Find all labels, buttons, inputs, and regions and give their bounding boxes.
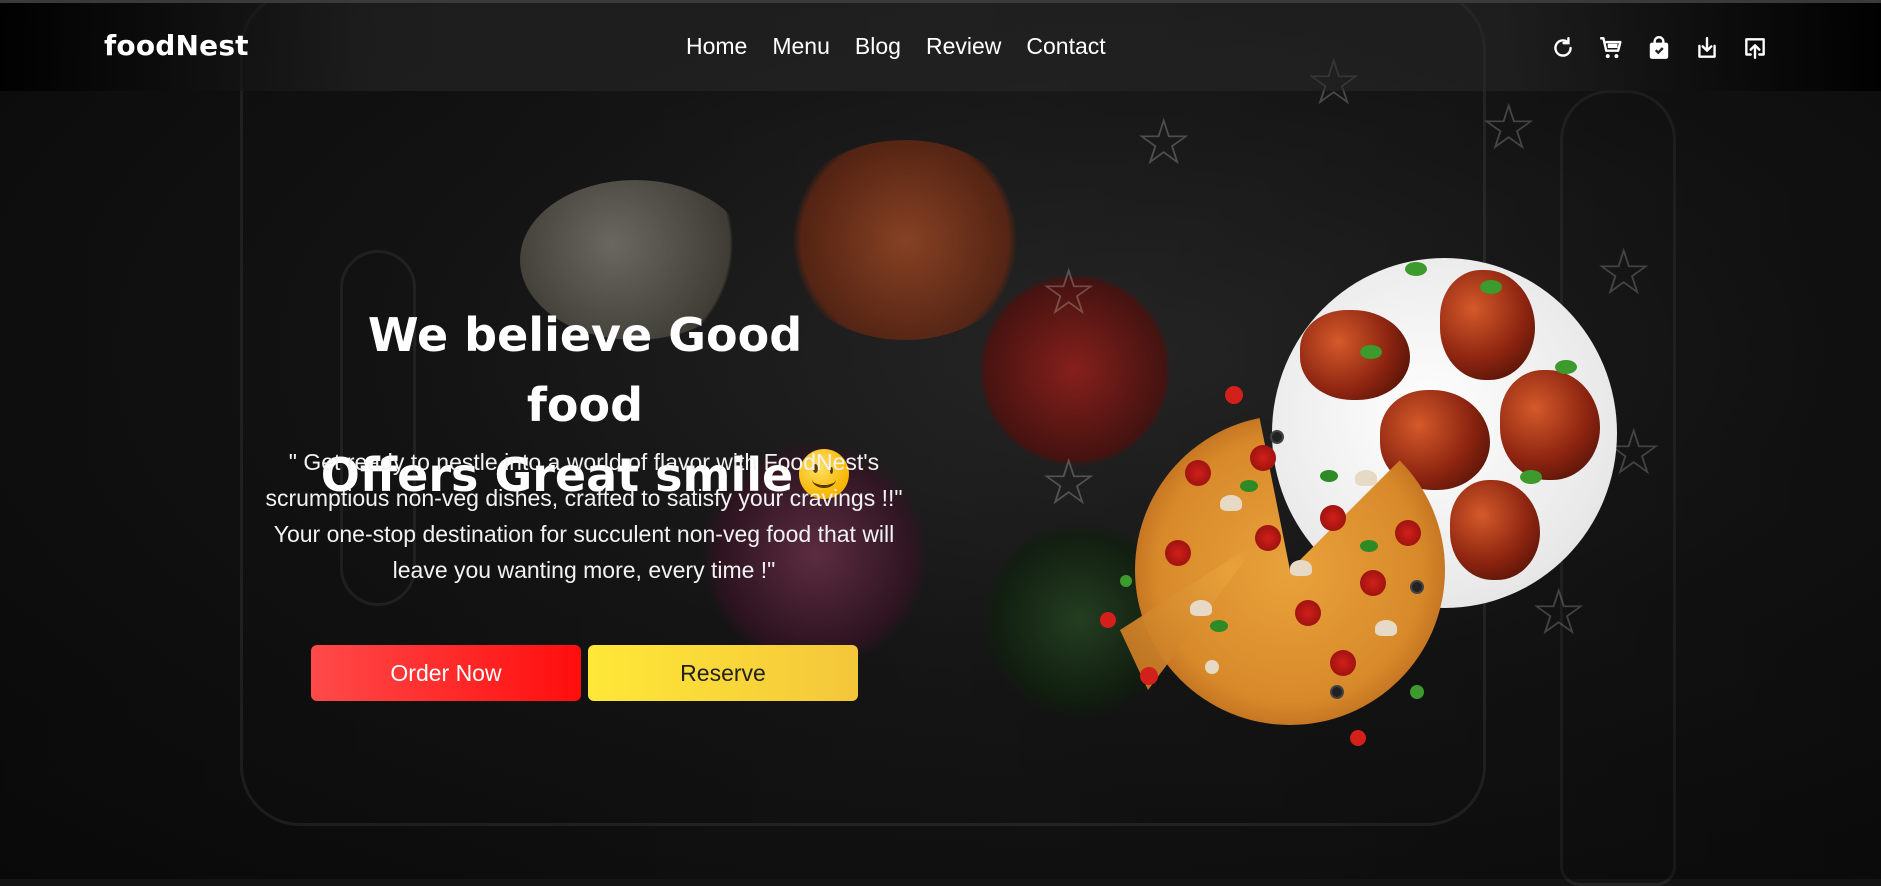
- mushroom-crumb: [1205, 660, 1219, 674]
- herb-crumb: [1410, 685, 1424, 699]
- nav-link-home[interactable]: Home: [686, 33, 747, 60]
- nav-link-menu[interactable]: Menu: [772, 33, 830, 60]
- mushroom-topping: [1290, 560, 1312, 576]
- reserve-button[interactable]: Reserve: [588, 645, 858, 701]
- mushroom-topping: [1355, 470, 1377, 486]
- mushroom-topping: [1190, 600, 1212, 616]
- navbar: foodNest Home Menu Blog Review Contact: [0, 0, 1881, 91]
- pepperoni: [1295, 600, 1321, 626]
- upload-icon[interactable]: [1742, 35, 1768, 61]
- basil-leaf: [1360, 540, 1378, 552]
- chicken-piece: [1300, 310, 1410, 400]
- cilantro-leaf: [1555, 360, 1577, 374]
- chicken-piece: [1450, 480, 1540, 580]
- herb-crumb: [1120, 575, 1132, 587]
- logo[interactable]: foodNest: [104, 29, 249, 62]
- pepperoni: [1165, 540, 1191, 566]
- pepperoni: [1330, 650, 1356, 676]
- cilantro-leaf: [1520, 470, 1542, 484]
- tomato-crumb: [1100, 612, 1116, 628]
- cilantro-leaf: [1360, 345, 1382, 359]
- basil-leaf: [1320, 470, 1338, 482]
- mushroom-topping: [1375, 620, 1397, 636]
- tomato-crumb: [1350, 730, 1366, 746]
- pepperoni: [1255, 525, 1281, 551]
- hero-subtitle: " Get ready to nestle into a world of fl…: [265, 449, 903, 583]
- pepperoni: [1395, 520, 1421, 546]
- basil-leaf: [1240, 480, 1258, 492]
- pepperoni: [1185, 460, 1211, 486]
- hero-title-line1: We believe Good food: [367, 308, 803, 432]
- nav-link-contact[interactable]: Contact: [1026, 33, 1105, 60]
- cilantro-leaf: [1480, 280, 1502, 294]
- nav-link-blog[interactable]: Blog: [855, 33, 901, 60]
- basil-leaf: [1210, 620, 1228, 632]
- shopping-bag-icon[interactable]: [1646, 35, 1672, 61]
- mushroom-topping: [1220, 495, 1242, 511]
- nav-link-review[interactable]: Review: [926, 33, 1001, 60]
- nav-icons: [1550, 35, 1768, 61]
- chicken-piece: [1500, 370, 1600, 480]
- nav-links: Home Menu Blog Review Contact: [686, 33, 1106, 60]
- pepperoni: [1360, 570, 1386, 596]
- cart-icon[interactable]: [1598, 35, 1624, 61]
- olive-topping: [1410, 580, 1424, 594]
- olive-topping: [1330, 685, 1344, 699]
- order-now-button[interactable]: Order Now: [311, 645, 581, 701]
- tomato-crumb: [1140, 667, 1158, 685]
- tomato-crumb: [1225, 386, 1243, 404]
- download-icon[interactable]: [1694, 35, 1720, 61]
- pepperoni: [1250, 445, 1276, 471]
- refresh-icon[interactable]: [1550, 35, 1576, 61]
- pepperoni: [1320, 505, 1346, 531]
- cilantro-leaf: [1405, 262, 1427, 276]
- olive-topping: [1270, 430, 1284, 444]
